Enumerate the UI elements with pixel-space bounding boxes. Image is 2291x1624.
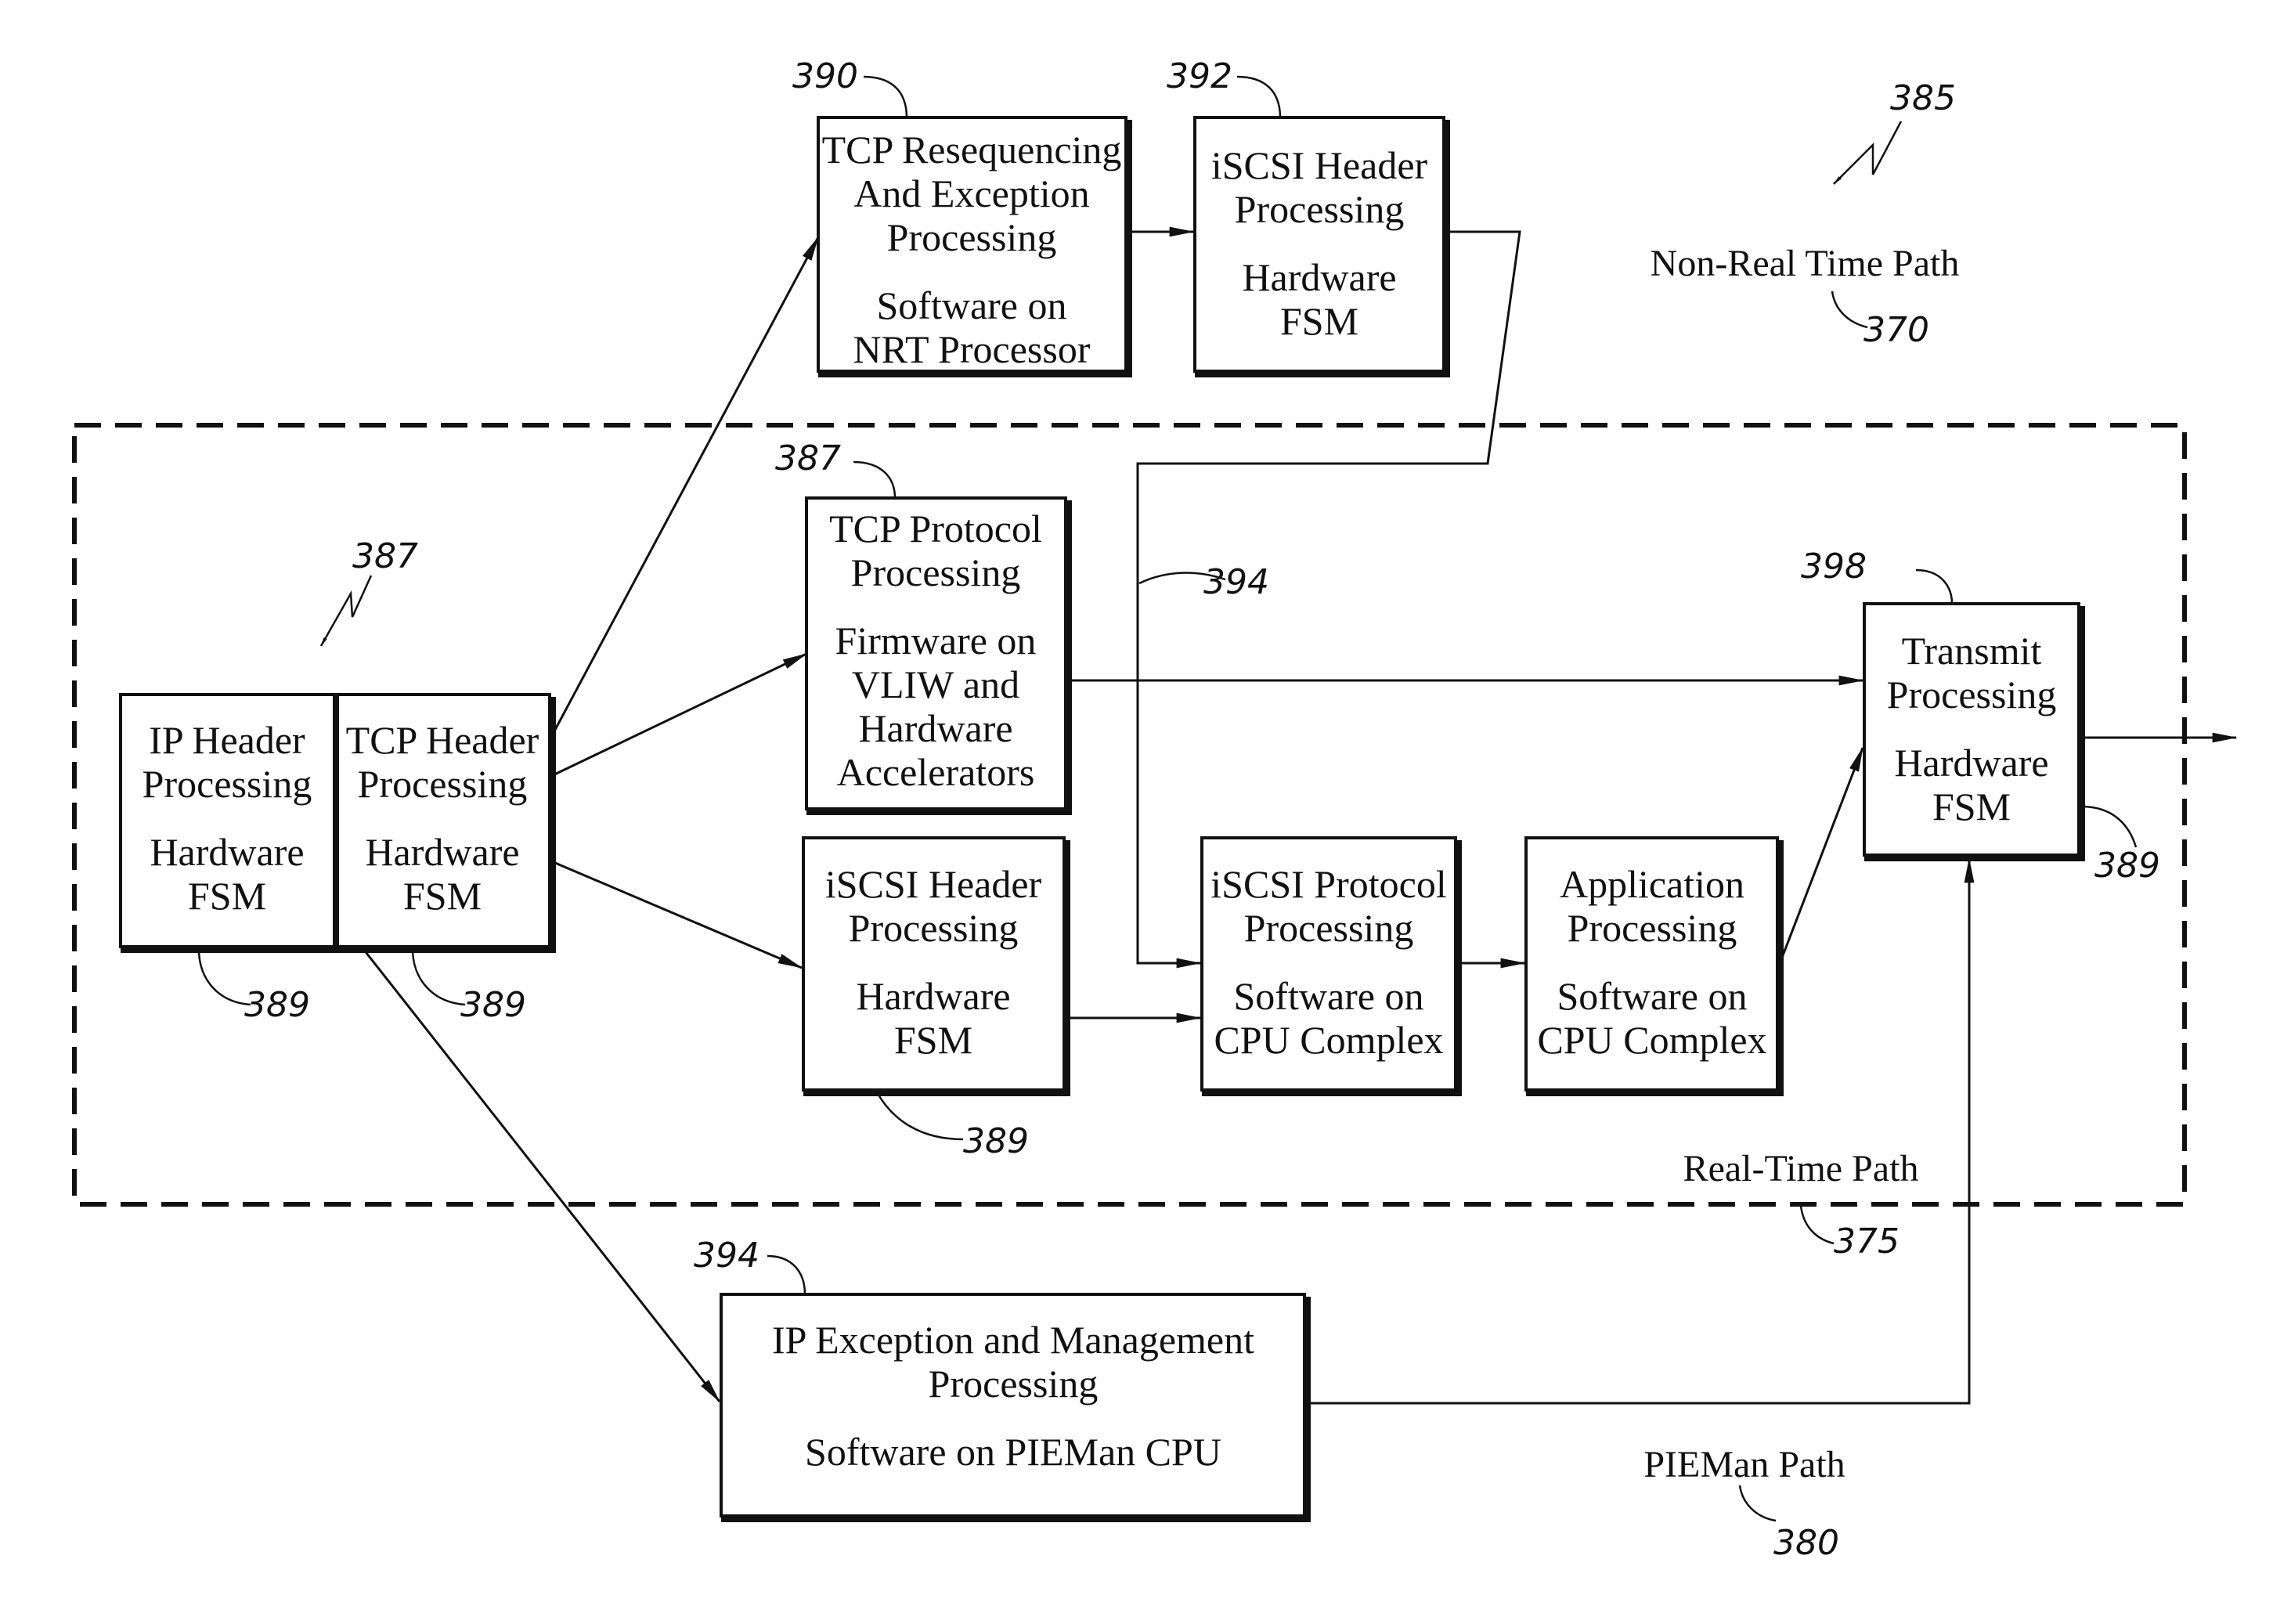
box-label-line: Processing [849,906,1019,950]
box-label-tcp-protocol: TCP Protocol Processing Firmware on VLIW an… [829,507,1042,794]
ref-394-ip-exception: 394 [694,1236,759,1276]
ref-370: 370 [1863,310,1929,350]
box-label-line: IP Header [149,718,305,762]
connector-tcp-header-to-tcp-protocol [549,652,808,778]
box-label-line: IP Exception and Management [772,1318,1254,1362]
box-label-line: Software on [877,283,1067,327]
box-label-line: TCP Header [346,718,539,762]
box-label-line: Hardware [1242,255,1396,299]
ref-387-tcp-protocol: 387 [775,438,841,478]
lightning-arrow-387-icon [319,575,373,647]
box-label-line: Transmit [1902,629,2042,673]
ref-390: 390 [792,56,858,96]
ref-392: 392 [1167,56,1232,96]
connector-application-to-transmit [1779,746,1864,962]
real-time-path-label: Real-Time Path [1683,1148,1919,1189]
box-label-line: TCP Protocol [829,507,1042,550]
box-label-line: Processing [1244,906,1414,950]
box-label-line: Application [1560,862,1744,906]
box-label-line: Processing [358,762,528,806]
box-label-line: Hardware [858,706,1012,750]
box-label-line: Hardware [856,974,1010,1018]
box-label-line: Software on PIEMan CPU [805,1430,1221,1474]
ref-398: 398 [1801,547,1867,586]
box-label-line: TCP Resequencing [822,128,1122,171]
box-label-line: FSM [1280,299,1358,343]
box-label-line: NRT Processor [853,327,1090,371]
box-label-line: FSM [894,1018,972,1062]
box-label-line: Processing [143,762,312,806]
box-label-line: iSCSI Header [1211,143,1428,187]
box-label-line: Processing [1235,187,1405,231]
box-label-line: Software on [1557,974,1748,1018]
ref-394-connector: 394 [1203,562,1269,602]
ref-387-group: 387 [352,536,418,576]
non-real-time-path-label: Non-Real Time Path [1651,243,1960,284]
box-label-line: Processing [929,1362,1099,1406]
ref-385: 385 [1890,78,1956,118]
box-label-line: Processing [851,550,1021,594]
connector-tcp-header-to-iscsi-header [549,859,803,969]
box-label-line: Processing [887,215,1057,259]
pieman-path-label: PIEMan Path [1643,1444,1845,1485]
network-processing-diagram: IP Header Processing Hardware FSMTCP Header… [72,56,2238,1563]
ref-375: 375 [1834,1222,1900,1261]
connector-ip-header-to-ip-exception [333,911,721,1403]
box-label-line: Accelerators [837,750,1035,794]
box-label-line: FSM [403,874,482,918]
box-label-line: CPU Complex [1214,1018,1443,1062]
lightning-arrow-385-icon [1833,121,1903,185]
ref-380: 380 [1773,1523,1839,1563]
box-label-line: CPU Complex [1537,1018,1766,1062]
connector-tcp-header-to-tcp-resequencing [548,236,820,741]
ref-389-ip-header: 389 [244,985,310,1025]
box-label-line: And Exception [853,171,1089,215]
box-label-line: Processing [1887,673,2057,716]
ref-389-transmit: 389 [2094,846,2160,886]
box-label-line: Hardware [1894,741,2048,785]
box-label-line: FSM [188,874,266,918]
box-label-line: Software on [1234,974,1424,1018]
box-label-line: VLIW and [852,662,1019,706]
ref-389-tcp-header: 389 [460,985,526,1025]
ref-389-iscsi-header: 389 [963,1121,1029,1161]
box-label-line: Hardware [365,830,519,874]
box-label-line: Processing [1568,906,1737,950]
box-label-line: iSCSI Protocol [1210,862,1446,906]
box-label-line: Hardware [150,830,304,874]
box-label-line: iSCSI Header [825,862,1042,906]
box-label-line: FSM [1932,785,2011,828]
box-label-line: Firmware on [835,619,1037,662]
